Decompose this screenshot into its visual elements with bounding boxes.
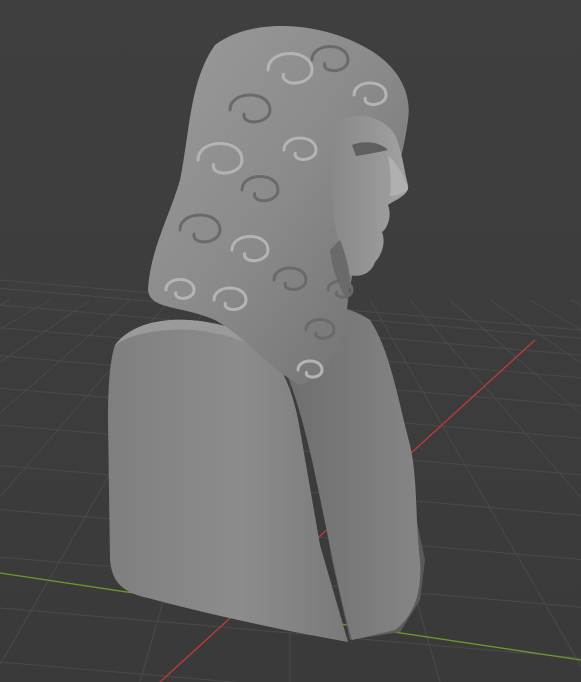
viewport-canvas[interactable] <box>0 0 581 682</box>
3d-viewport[interactable] <box>0 0 581 682</box>
